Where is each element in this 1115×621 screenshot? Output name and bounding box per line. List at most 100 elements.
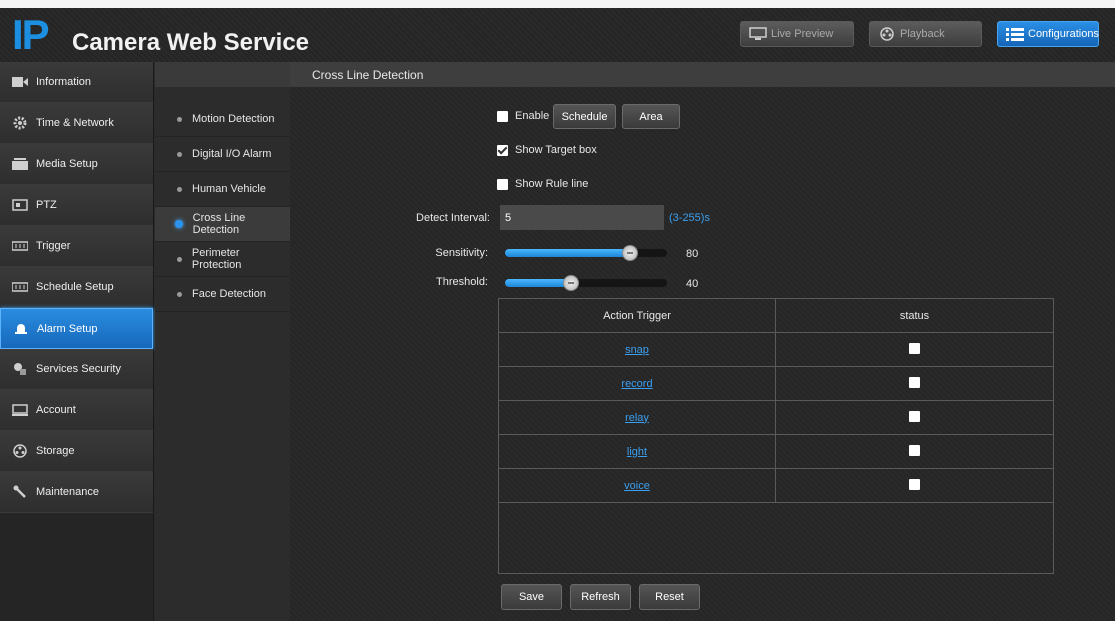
bullet-icon [177,291,182,297]
status-cell [775,468,1054,503]
app-header: IP Camera Web Service Live Preview Playb… [0,0,1115,62]
live-preview-button[interactable]: Live Preview [740,21,854,47]
sub-item-digital-io-alarm[interactable]: Digital I/O Alarm [155,137,290,172]
show-rule-line-checkbox[interactable] [497,178,508,190]
configurations-button[interactable]: Configurations [997,21,1099,47]
show-target-box-checkbox[interactable] [497,144,508,156]
status-cell [775,366,1054,401]
sub-item-motion-detection[interactable]: Motion Detection [155,102,290,137]
playback-button[interactable]: Playback [869,21,982,47]
nav-item-trigger[interactable]: Trigger [0,226,153,267]
refresh-button[interactable]: Refresh [570,584,631,610]
status-cell [775,400,1054,435]
live-preview-label: Live Preview [771,28,834,40]
sensitivity-slider[interactable] [505,245,667,261]
sub-item-human-vehicle[interactable]: Human Vehicle [155,172,290,207]
table-empty-area [498,502,1054,574]
schedule-icon [12,281,28,293]
nav-item-maintenance[interactable]: Maintenance [0,472,153,513]
nav-item-label: Schedule Setup [36,281,114,293]
playback-icon [878,27,896,41]
slider-handle[interactable] [563,275,580,291]
nav-item-label: Alarm Setup [37,322,98,335]
monitor-icon [12,404,28,416]
wrench-icon [12,485,28,498]
nav-item-label: Time & Network [36,117,114,129]
nav-item-label: Information [36,76,92,88]
nav-item-alarm-setup[interactable]: Alarm Setup [0,308,153,349]
threshold-slider[interactable] [505,275,667,291]
configurations-label: Configurations [1028,28,1099,40]
sub-item-perimeter-protection[interactable]: Perimeter Protection [155,242,290,277]
bullet-icon [177,116,182,122]
nav-item-label: Account [36,404,76,416]
logo-ip: IP [12,11,50,58]
action-cell: voice [498,468,776,503]
nav-item-label: PTZ [36,199,57,211]
col-action-trigger: Action Trigger [498,298,776,333]
action-link-relay[interactable]: relay [625,412,649,424]
area-button[interactable]: Area [622,104,680,129]
action-link-voice[interactable]: voice [624,480,650,492]
page-title: Cross Line Detection [290,62,1115,87]
nav-item-services-security[interactable]: Services Security [0,349,153,390]
monitor-icon [749,27,767,41]
show-target-box-label: Show Target box [515,144,597,156]
bullet-icon [177,186,182,192]
nav-item-time-network[interactable]: Time & Network [0,103,153,144]
nav-item-ptz[interactable]: PTZ [0,185,153,226]
nav-item-information[interactable]: Information [0,62,153,103]
nav-item-media-setup[interactable]: Media Setup [0,144,153,185]
action-link-snap[interactable]: snap [625,344,649,356]
status-checkbox-light[interactable] [909,444,920,456]
detect-interval-range: (3-255)s [669,212,710,224]
action-cell: light [498,434,776,469]
bullet-icon [177,256,182,262]
trigger-icon [12,240,28,252]
enable-label: Enable [515,110,550,122]
reset-button[interactable]: Reset [639,584,700,610]
show-rule-line-label: Show Rule line [515,178,589,190]
sub-item-label: Face Detection [192,288,266,300]
status-checkbox-voice[interactable] [909,478,920,490]
sub-item-face-detection[interactable]: Face Detection [155,277,290,312]
nav-item-storage[interactable]: Storage [0,431,153,472]
ptz-icon [12,199,28,211]
table-row: relay [498,400,1054,435]
enable-checkbox[interactable] [497,110,508,122]
sub-item-label: Digital I/O Alarm [192,148,272,160]
slider-fill [505,249,630,257]
detect-interval-input[interactable] [500,205,664,230]
threshold-value: 40 [686,278,699,290]
bullet-icon [177,151,182,157]
status-checkbox-snap[interactable] [909,342,920,354]
security-icon [12,363,28,375]
sub-item-label: Cross Line Detection [192,212,246,236]
slider-handle[interactable] [621,245,638,261]
save-button[interactable]: Save [501,584,562,610]
left-nav: Information Time & Network Media Setup P… [0,62,154,621]
detect-interval-label: Detect Interval: [416,212,490,224]
show-rule-line-row: Show Rule line [497,177,588,191]
action-link-record[interactable]: record [621,378,652,390]
action-cell: record [498,366,776,401]
nav-item-account[interactable]: Account [0,390,153,431]
status-cell [775,332,1054,367]
slider-fill [505,279,572,287]
sub-item-cross-line-detection[interactable]: Cross Line Detection [155,207,290,242]
nav-item-schedule-setup[interactable]: Schedule Setup [0,267,153,308]
table-header-row: Action Trigger status [498,298,1054,333]
alarm-icon [13,323,29,335]
playback-label: Playback [900,28,945,40]
schedule-button[interactable]: Schedule [553,104,616,129]
sensitivity-value: 80 [686,248,699,260]
status-checkbox-record[interactable] [909,376,920,388]
gear-icon [12,116,28,130]
logo-text: Camera Web Service [72,29,310,56]
nav-item-label: Storage [36,445,75,457]
action-link-light[interactable]: light [627,446,647,458]
action-cell: relay [498,400,776,435]
storage-icon [12,444,28,458]
status-checkbox-relay[interactable] [909,410,920,422]
bullet-icon [175,220,183,228]
